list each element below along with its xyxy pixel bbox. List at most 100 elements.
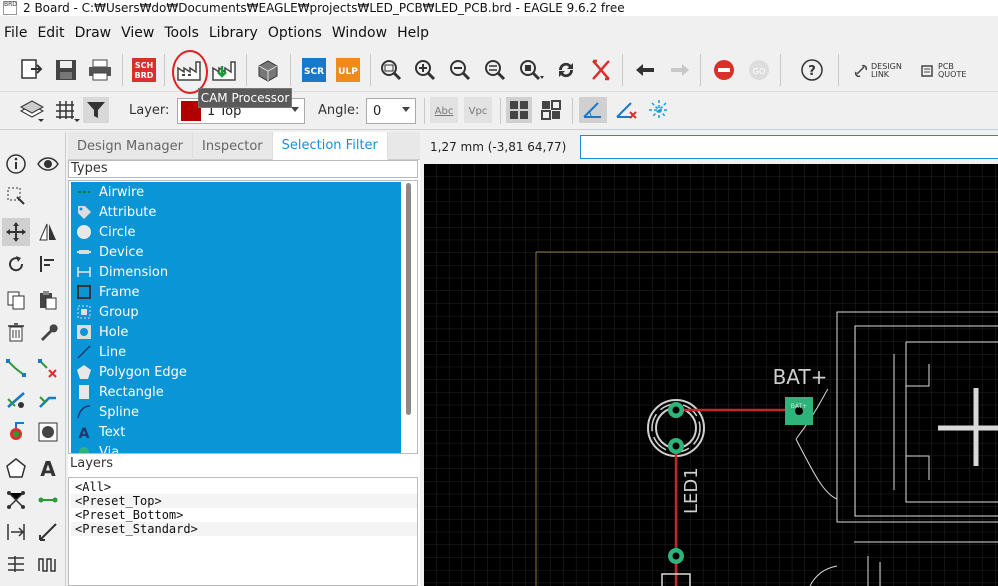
menu-view[interactable]: View (121, 25, 154, 41)
layer-item-preset-standard[interactable]: <Preset_Standard> (71, 522, 417, 536)
signal-tool-icon[interactable] (34, 486, 62, 514)
align-grid-icon[interactable] (505, 96, 533, 124)
types-scrollbar[interactable] (406, 183, 411, 415)
type-text[interactable]: A Text (71, 422, 401, 442)
menu-help[interactable]: Help (397, 25, 429, 41)
type-label: Attribute (99, 204, 157, 220)
type-line[interactable]: Line (71, 342, 401, 362)
pcb-quote-button[interactable]: PCB QUOTE (920, 60, 980, 82)
type-attribute[interactable]: Attribute (71, 202, 401, 222)
menu-edit[interactable]: Edit (37, 25, 64, 41)
type-via[interactable]: Via (71, 442, 401, 453)
delete-icon[interactable] (2, 318, 30, 346)
board-drawing[interactable]: BAT+ BAT+ LED1 (424, 164, 998, 586)
angle-snap-off-icon[interactable] (612, 96, 640, 124)
type-circle[interactable]: Circle (71, 222, 401, 242)
menu-draw[interactable]: Draw (75, 25, 112, 41)
net-tool-icon[interactable] (2, 486, 30, 514)
command-input[interactable] (580, 135, 998, 159)
toolbar-separator (838, 54, 839, 86)
type-device[interactable]: Device (71, 242, 401, 262)
design-link-button[interactable]: DESIGN LINK (854, 60, 914, 82)
meander-icon[interactable] (34, 550, 62, 578)
print-icon[interactable] (86, 56, 114, 84)
autoroute-icon[interactable] (2, 386, 30, 414)
menu-tools[interactable]: Tools (164, 25, 199, 41)
bus-icon[interactable] (2, 550, 30, 578)
align-icon[interactable] (34, 250, 62, 278)
via-tool-icon[interactable] (2, 418, 30, 446)
move-icon[interactable] (2, 218, 30, 246)
3d-view-icon[interactable] (254, 56, 282, 84)
line-tool-icon[interactable] (34, 518, 62, 546)
go-icon[interactable]: GO (745, 56, 773, 84)
menu-options[interactable]: Options (268, 25, 322, 41)
polygon-tool-icon[interactable] (2, 454, 30, 482)
hole-tool-icon[interactable] (34, 418, 62, 446)
zoom-select-icon[interactable] (517, 56, 545, 84)
type-label: Device (99, 244, 144, 260)
layer-settings-icon[interactable] (18, 96, 46, 124)
info-icon[interactable] (2, 150, 30, 178)
grid-icon[interactable] (52, 96, 80, 124)
snap-sparkle-icon[interactable] (645, 96, 673, 124)
redo-icon[interactable] (666, 56, 694, 84)
text-mirror-abc-button[interactable]: Abc (430, 96, 458, 124)
redraw-icon[interactable] (552, 56, 580, 84)
angle-select[interactable]: 0 (366, 98, 416, 124)
export-icon[interactable] (18, 56, 46, 84)
type-frame[interactable]: Frame (71, 282, 401, 302)
type-rectangle[interactable]: Rectangle (71, 382, 401, 402)
copy-icon[interactable] (2, 286, 30, 314)
tab-inspector[interactable]: Inspector (193, 132, 273, 160)
type-airwire[interactable]: Airwire (71, 182, 401, 202)
filter-icon[interactable] (82, 96, 110, 124)
toolbar-separator (622, 54, 623, 86)
coordinate-readout: 1,27 mm (-3,81 64,77) (430, 140, 567, 154)
tab-selection-filter[interactable]: Selection Filter (272, 132, 388, 160)
optimize-route-icon[interactable] (34, 386, 62, 414)
show-icon[interactable] (34, 150, 62, 178)
route-icon[interactable] (2, 354, 30, 382)
layers-header: Layers (68, 456, 418, 474)
scr-button[interactable]: SCR (300, 56, 328, 84)
ratsnest-icon[interactable] (587, 56, 615, 84)
select-group-icon[interactable] (2, 182, 30, 210)
undo-icon[interactable] (631, 56, 659, 84)
save-icon[interactable] (52, 56, 80, 84)
tab-design-manager[interactable]: Design Manager (68, 132, 193, 160)
type-hole[interactable]: Hole (71, 322, 401, 342)
type-spline[interactable]: Spline (71, 402, 401, 422)
layer-item-all[interactable]: <All> (71, 480, 417, 494)
layer-item-preset-bottom[interactable]: <Preset_Bottom> (71, 508, 417, 522)
zoom-last-icon[interactable] (481, 56, 509, 84)
zoom-out-icon[interactable] (446, 56, 474, 84)
menu-library[interactable]: Library (209, 25, 258, 41)
menu-file[interactable]: File (4, 25, 27, 41)
angle-snap-icon[interactable] (579, 96, 607, 124)
zoom-in-icon[interactable] (411, 56, 439, 84)
wrench-icon[interactable] (34, 318, 62, 346)
manufacturing-icon[interactable] (210, 56, 238, 84)
type-dimension[interactable]: Dimension (71, 262, 401, 282)
sch-brd-switch-button[interactable]: SCH BRD (130, 56, 158, 84)
rotate-icon[interactable] (2, 250, 30, 278)
scr-label: SCR (304, 67, 324, 77)
stop-icon[interactable] (710, 56, 738, 84)
type-group[interactable]: Group (71, 302, 401, 322)
text-tool-icon[interactable]: A (34, 454, 62, 482)
menu-window[interactable]: Window (332, 25, 387, 41)
pin-swap-icon[interactable] (2, 518, 30, 546)
paste-icon[interactable] (34, 286, 62, 314)
zoom-fit-icon[interactable] (377, 56, 405, 84)
board-canvas[interactable]: BAT+ BAT+ LED1 (424, 164, 998, 586)
ulp-button[interactable]: ULP (334, 56, 362, 84)
text-mirror-vpc-button[interactable]: Vpc (464, 96, 492, 124)
help-icon[interactable]: ? (798, 56, 826, 84)
mirror-icon[interactable] (34, 218, 62, 246)
ripup-icon[interactable] (34, 354, 62, 382)
align-grid-outline-icon[interactable] (537, 96, 565, 124)
type-polygon-edge[interactable]: Polygon Edge (71, 362, 401, 382)
svg-text:GO: GO (753, 67, 766, 76)
layer-item-preset-top[interactable]: <Preset_Top> (71, 494, 417, 508)
